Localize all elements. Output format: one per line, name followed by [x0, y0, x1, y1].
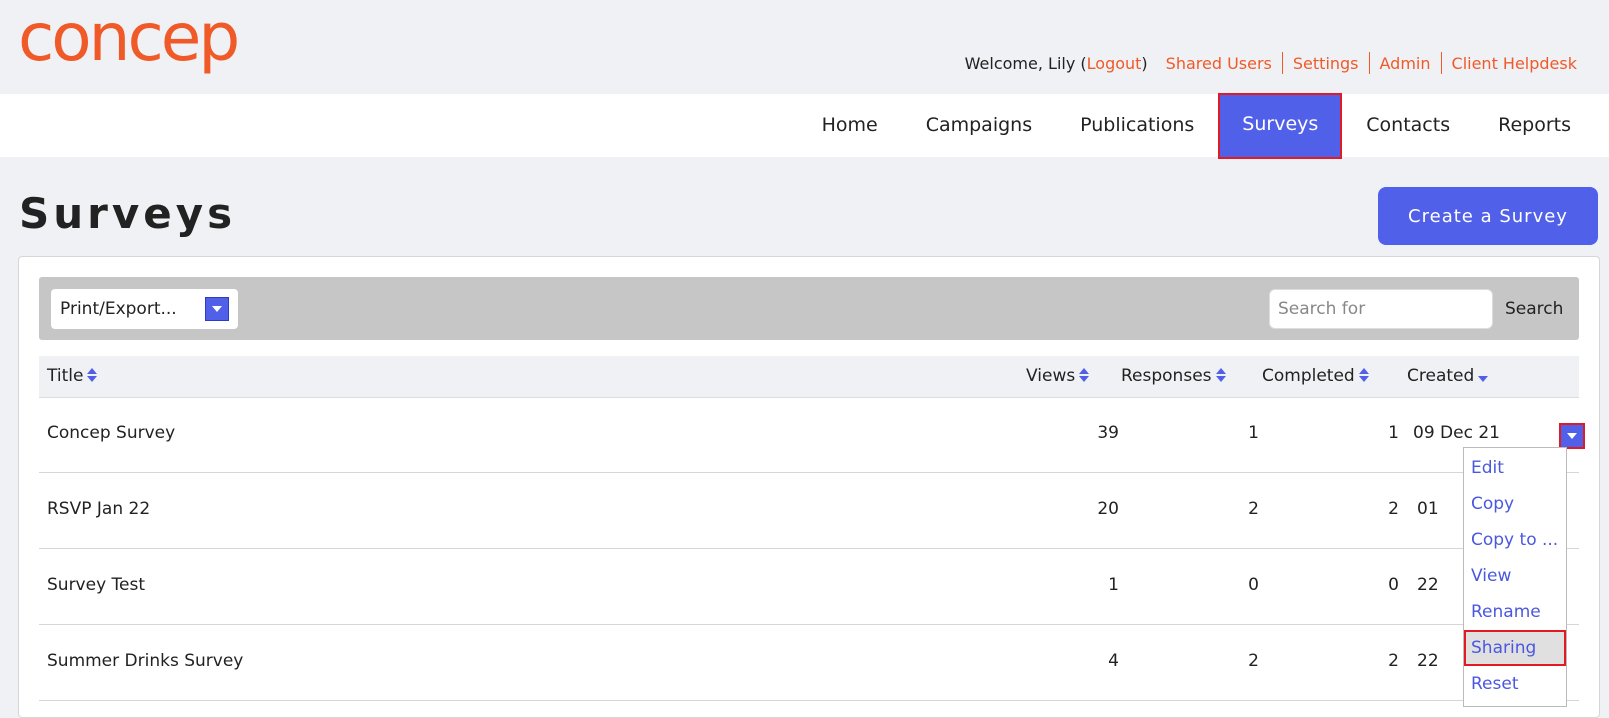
main-nav-bar: Home Campaigns Publications Surveys Cont… [0, 93, 1609, 159]
table-header: Title Views Responses Completed Created [39, 356, 1579, 398]
main-nav: Home Campaigns Publications Surveys Cont… [798, 93, 1595, 159]
completed-value: 1 [1388, 423, 1399, 443]
welcome-message: Welcome, Lily (Logout) [964, 53, 1148, 73]
sort-icon [87, 368, 98, 382]
created-value: 22 [1417, 651, 1439, 671]
table-row[interactable]: Summer Drinks Survey 4 2 2 22 [39, 625, 1579, 701]
menu-item-reset[interactable]: Reset [1464, 666, 1566, 702]
chevron-down-icon [1567, 433, 1577, 439]
search-button[interactable]: Search [1505, 289, 1563, 329]
table-toolbar: Print/Export... Search [39, 277, 1579, 340]
menu-item-view[interactable]: View [1464, 558, 1566, 594]
table-row[interactable]: RSVP Jan 22 20 2 2 01 [39, 473, 1579, 549]
menu-item-rename[interactable]: Rename [1464, 594, 1566, 630]
settings-link[interactable]: Settings [1293, 54, 1359, 73]
link-divider [1368, 52, 1370, 74]
top-bar: concep Welcome, Lily (Logout) Shared Use… [0, 0, 1609, 94]
sort-icon [1358, 368, 1369, 382]
page-title: Surveys [19, 189, 237, 238]
menu-item-copy[interactable]: Copy [1464, 486, 1566, 522]
responses-value: 2 [1248, 651, 1259, 671]
row-actions-menu: Edit Copy Copy to ... View Rename Sharin… [1463, 447, 1567, 707]
column-responses[interactable]: Responses [1121, 356, 1226, 397]
completed-value: 2 [1388, 499, 1399, 519]
views-value: 1 [1108, 575, 1119, 595]
table-row[interactable]: Concep Survey 39 1 1 09 Dec 21 [39, 397, 1585, 473]
link-divider [1281, 52, 1283, 74]
table-row[interactable]: Survey Test 1 0 0 22 [39, 549, 1579, 625]
logout-link[interactable]: Logout [1087, 54, 1142, 73]
sort-icon [1079, 368, 1090, 382]
row-actions-dropdown[interactable] [1559, 423, 1585, 449]
completed-value: 0 [1388, 575, 1399, 595]
survey-title[interactable]: Concep Survey [47, 397, 175, 469]
created-value: 22 [1417, 575, 1439, 595]
sort-desc-icon [1478, 368, 1489, 382]
responses-value: 2 [1248, 499, 1259, 519]
account-links: Welcome, Lily (Logout) Shared Users Sett… [965, 52, 1577, 74]
views-value: 39 [1097, 423, 1119, 443]
nav-reports[interactable]: Reports [1474, 94, 1595, 157]
surveys-panel: Print/Export... Search Title Views Respo… [18, 256, 1600, 718]
link-divider [1440, 52, 1442, 74]
menu-item-edit[interactable]: Edit [1464, 450, 1566, 486]
created-value: 01 [1417, 499, 1439, 519]
views-value: 20 [1097, 499, 1119, 519]
nav-contacts[interactable]: Contacts [1342, 94, 1474, 157]
column-views[interactable]: Views [1026, 356, 1090, 397]
survey-title[interactable]: Summer Drinks Survey [47, 625, 243, 697]
nav-home[interactable]: Home [798, 94, 902, 157]
menu-item-sharing[interactable]: Sharing [1464, 630, 1566, 666]
client-helpdesk-link[interactable]: Client Helpdesk [1452, 54, 1577, 73]
svg-text:concep: concep [18, 8, 237, 76]
shared-users-link[interactable]: Shared Users [1166, 54, 1272, 73]
nav-campaigns[interactable]: Campaigns [902, 94, 1056, 157]
responses-value: 0 [1248, 575, 1259, 595]
print-export-label: Print/Export... [60, 299, 177, 319]
survey-title[interactable]: Survey Test [47, 549, 145, 621]
admin-link[interactable]: Admin [1380, 54, 1431, 73]
sort-icon [1215, 368, 1226, 382]
nav-surveys[interactable]: Surveys [1218, 93, 1343, 159]
create-survey-button[interactable]: Create a Survey [1378, 187, 1598, 245]
column-completed[interactable]: Completed [1262, 356, 1369, 397]
chevron-down-icon[interactable] [205, 297, 229, 321]
column-title[interactable]: Title [47, 356, 98, 397]
survey-title[interactable]: RSVP Jan 22 [47, 473, 150, 545]
responses-value: 1 [1248, 423, 1259, 443]
column-created[interactable]: Created [1407, 356, 1489, 397]
print-export-select[interactable]: Print/Export... [51, 289, 238, 329]
completed-value: 2 [1388, 651, 1399, 671]
views-value: 4 [1108, 651, 1119, 671]
nav-publications[interactable]: Publications [1056, 94, 1218, 157]
concep-logo[interactable]: concep [18, 8, 248, 76]
search-input[interactable] [1269, 289, 1493, 329]
menu-item-copy-to[interactable]: Copy to ... [1464, 522, 1566, 558]
